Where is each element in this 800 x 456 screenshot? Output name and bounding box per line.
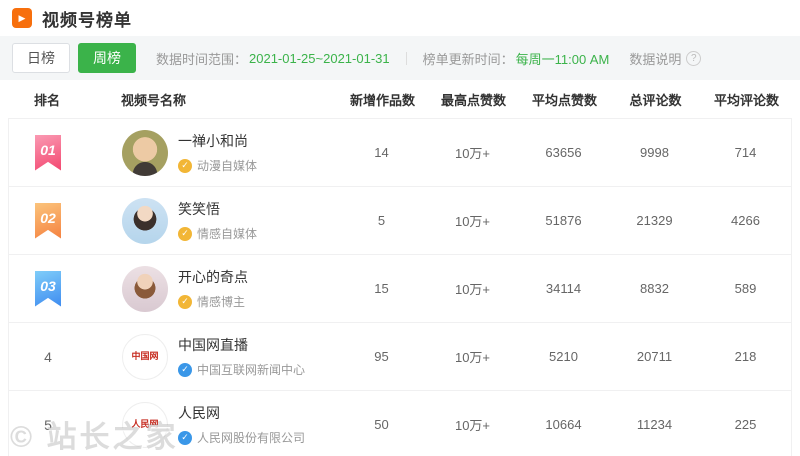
avg-likes-value: 10664 — [518, 417, 609, 432]
verified-badge-icon: ✓ — [178, 431, 192, 445]
avatar-logo-text: 中国网 — [131, 352, 158, 362]
rank-badge: 02 — [35, 203, 61, 239]
table-row[interactable]: 03 开心的奇点 ✓ 情感博主 15 10万+ 34114 8832 589 — [9, 255, 791, 323]
new-works-count: 14 — [336, 145, 427, 160]
date-range-value: 2021-01-25~2021-01-31 — [249, 51, 390, 66]
avatar — [122, 130, 168, 176]
avg-likes-value: 63656 — [518, 145, 609, 160]
avatar: 中国网 — [122, 334, 168, 380]
certification-text: 情感博主 — [197, 293, 245, 310]
video-play-icon: ▶ — [12, 8, 32, 28]
avatar: 人民网 — [122, 402, 168, 448]
table-row[interactable]: 01 一禅小和尚 ✓ 动漫自媒体 14 10万+ 63656 9998 714 — [9, 119, 791, 187]
rank-badge: 4 — [44, 349, 52, 365]
account-name: 一禅小和尚 — [178, 131, 257, 151]
rank-badge: 03 — [35, 271, 61, 307]
account-name: 开心的奇点 — [178, 267, 248, 287]
page-title: 视频号榜单 — [42, 6, 132, 31]
avatar-logo-text: 人民网 — [131, 420, 158, 430]
total-comments-value: 21329 — [609, 213, 700, 228]
ranking-table: 01 一禅小和尚 ✓ 动漫自媒体 14 10万+ 63656 9998 714 … — [8, 118, 792, 456]
tab-daily[interactable]: 日榜 — [12, 43, 70, 73]
max-likes-value: 10万+ — [427, 211, 518, 230]
avg-comments-value: 225 — [700, 417, 791, 432]
total-comments-value: 9998 — [609, 145, 700, 160]
max-likes-value: 10万+ — [427, 279, 518, 298]
table-row[interactable]: 4 中国网 中国网直播 ✓ 中国互联网新闻中心 95 10万+ 5210 207… — [9, 323, 791, 391]
new-works-count: 15 — [336, 281, 427, 296]
account-name: 人民网 — [178, 403, 305, 423]
avg-comments-value: 589 — [700, 281, 791, 296]
table-row[interactable]: 02 笑笑悟 ✓ 情感自媒体 5 10万+ 51876 21329 4266 — [9, 187, 791, 255]
avg-likes-value: 34114 — [518, 281, 609, 296]
avg-comments-value: 218 — [700, 349, 791, 364]
date-range-label: 数据时间范围： — [156, 49, 247, 68]
rank-badge: 01 — [35, 135, 61, 171]
certification-text: 人民网股份有限公司 — [197, 429, 305, 446]
total-comments-value: 20711 — [609, 349, 700, 364]
toolbar: 日榜 周榜 数据时间范围： 2021-01-25~2021-01-31 榜单更新… — [0, 36, 800, 80]
help-icon[interactable]: ? — [686, 51, 701, 66]
new-works-count: 50 — [336, 417, 427, 432]
verified-badge-icon: ✓ — [178, 363, 192, 377]
certification-text: 动漫自媒体 — [197, 157, 257, 174]
certification-text: 情感自媒体 — [197, 225, 257, 242]
column-header-max-likes: 最高点赞数 — [428, 90, 519, 109]
update-time-label: 榜单更新时间： — [423, 49, 514, 68]
table-header-row: 排名 视频号名称 新增作品数 最高点赞数 平均点赞数 总评论数 平均评论数 — [8, 80, 792, 118]
column-header-avg-comments: 平均评论数 — [701, 90, 792, 109]
verified-badge-icon: ✓ — [178, 159, 192, 173]
max-likes-value: 10万+ — [427, 415, 518, 434]
tab-weekly[interactable]: 周榜 — [78, 43, 136, 73]
max-likes-value: 10万+ — [427, 347, 518, 366]
column-header-avg-likes: 平均点赞数 — [519, 90, 610, 109]
max-likes-value: 10万+ — [427, 143, 518, 162]
avg-comments-value: 4266 — [700, 213, 791, 228]
column-header-new-works: 新增作品数 — [337, 90, 428, 109]
avg-comments-value: 714 — [700, 145, 791, 160]
column-header-rank: 排名 — [8, 90, 86, 109]
vertical-divider — [406, 52, 407, 65]
new-works-count: 95 — [336, 349, 427, 364]
avatar — [122, 266, 168, 312]
verified-badge-icon: ✓ — [178, 227, 192, 241]
account-name: 中国网直播 — [178, 335, 305, 355]
new-works-count: 5 — [336, 213, 427, 228]
certification-text: 中国互联网新闻中心 — [197, 361, 305, 378]
rank-badge: 5 — [44, 417, 52, 433]
avatar — [122, 198, 168, 244]
page-header: ▶ 视频号榜单 — [0, 0, 800, 36]
column-header-total-comments: 总评论数 — [610, 90, 701, 109]
verified-badge-icon: ✓ — [178, 295, 192, 309]
table-row[interactable]: 5 人民网 人民网 ✓ 人民网股份有限公司 50 10万+ 10664 1123… — [9, 391, 791, 456]
total-comments-value: 8832 — [609, 281, 700, 296]
avg-likes-value: 51876 — [518, 213, 609, 228]
total-comments-value: 11234 — [609, 417, 700, 432]
account-name: 笑笑悟 — [178, 199, 257, 219]
video-ranking-page: ▶ 视频号榜单 日榜 周榜 数据时间范围： 2021-01-25~2021-01… — [0, 0, 800, 456]
update-time-value: 每周一11:00 AM — [516, 49, 610, 68]
column-header-account-name: 视频号名称 — [86, 90, 337, 109]
avg-likes-value: 5210 — [518, 349, 609, 364]
data-explain-link[interactable]: 数据说明 — [629, 49, 681, 68]
